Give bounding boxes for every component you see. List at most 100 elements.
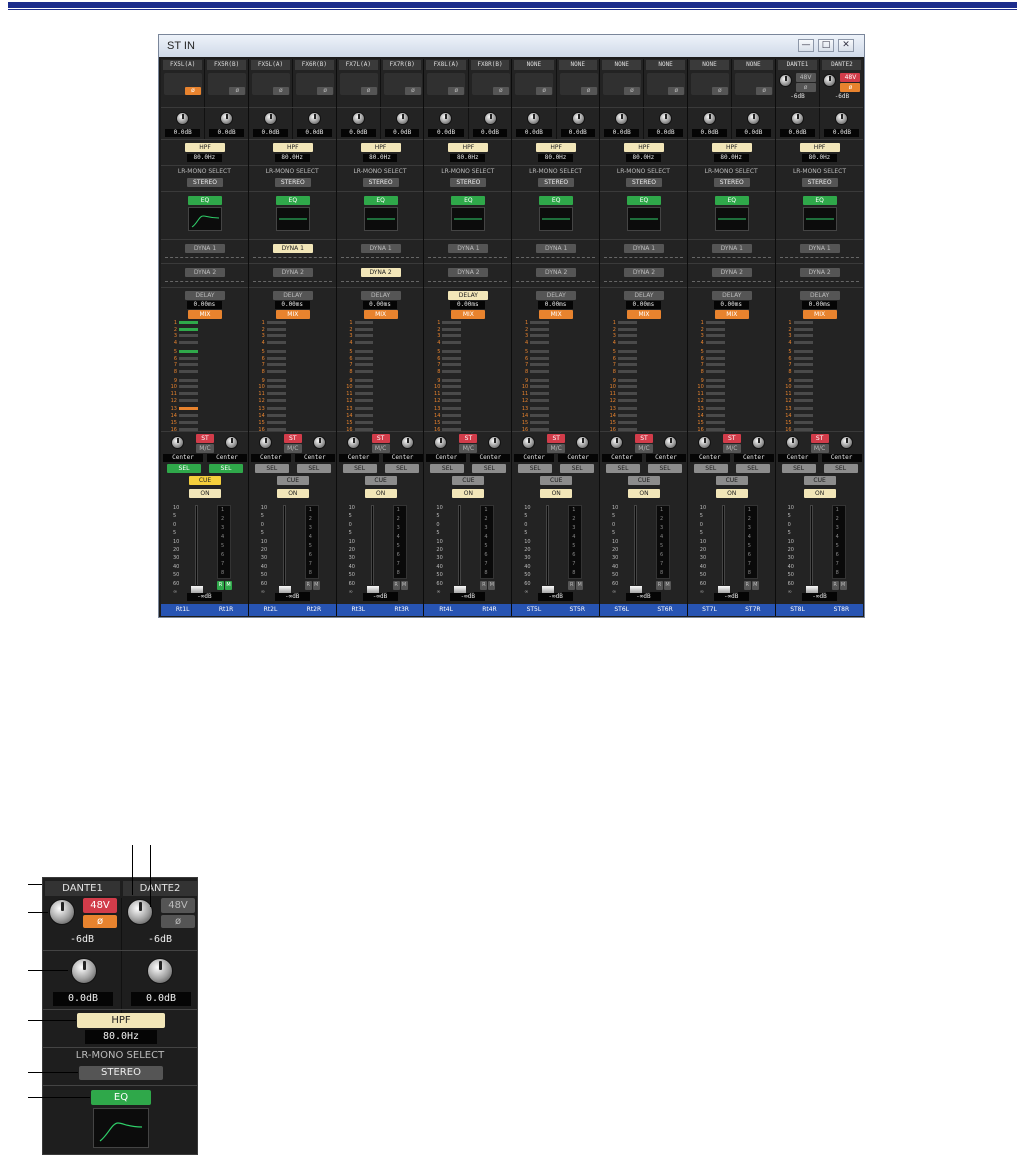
mix-send-bar[interactable]	[442, 420, 462, 424]
pan-knob[interactable]	[785, 436, 799, 449]
mix-button[interactable]: MIX	[275, 310, 310, 319]
eq-graph[interactable]	[802, 207, 837, 231]
meter-m-button[interactable]: M	[839, 581, 847, 590]
sel-button[interactable]: SEL	[823, 464, 858, 473]
dyna1-button[interactable]: DYNA 1	[272, 244, 313, 253]
eq-graph[interactable]	[714, 207, 749, 231]
pan-knob[interactable]	[609, 436, 623, 449]
mix-send-bar[interactable]	[266, 398, 286, 402]
fader-track[interactable]	[195, 505, 198, 593]
delay-value[interactable]: 0.00ms	[450, 301, 486, 309]
hpf-frequency[interactable]: 80.0Hz	[362, 154, 398, 162]
lrmono-button[interactable]: STEREO	[713, 178, 750, 187]
on-button[interactable]: ON	[715, 489, 748, 498]
channel-name[interactable]: NONE	[558, 60, 597, 70]
meter-r-button[interactable]: R	[831, 581, 839, 590]
hpf-frequency[interactable]: 80.0Hz	[450, 154, 486, 162]
mix-send-bar[interactable]	[442, 392, 462, 395]
mono-button[interactable]: M/C	[634, 444, 653, 453]
zoom-eq-graph[interactable]	[93, 1108, 149, 1148]
mix-send-bar[interactable]	[266, 369, 286, 373]
sel-button[interactable]: SEL	[472, 464, 507, 473]
sel-button[interactable]: SEL	[781, 464, 816, 473]
mix-send-bar[interactable]	[705, 420, 725, 424]
mix-send-bar[interactable]	[705, 341, 725, 345]
digital-gain-knob[interactable]	[176, 112, 189, 125]
mono-button[interactable]: M/C	[371, 444, 390, 453]
mix-send-bar[interactable]	[354, 385, 374, 389]
pan-knob[interactable]	[171, 436, 184, 449]
mix-send-bar[interactable]	[793, 378, 814, 382]
dyna1-button[interactable]: DYNA 1	[623, 244, 664, 253]
cue-button[interactable]: CUE	[364, 476, 397, 485]
mix-button[interactable]: MIX	[188, 310, 222, 319]
mix-send-bar[interactable]	[530, 369, 549, 373]
pan-knob[interactable]	[346, 436, 360, 449]
dyna1-button[interactable]: DYNA 1	[799, 244, 840, 253]
mix-send-bar[interactable]	[179, 363, 198, 367]
mono-button[interactable]: M/C	[459, 444, 478, 453]
mix-send-bar[interactable]	[442, 369, 462, 373]
pan-knob[interactable]	[663, 436, 677, 449]
digital-gain-knob[interactable]	[790, 112, 804, 125]
meter-r-button[interactable]: R	[480, 581, 488, 590]
channel-name[interactable]: DANTE1	[777, 60, 818, 70]
mix-send-bar[interactable]	[266, 321, 286, 324]
eq-button[interactable]: EQ	[626, 196, 661, 205]
meter-m-button[interactable]: M	[663, 581, 671, 590]
phantom-48v-button[interactable]: 48V	[840, 73, 861, 82]
ha-gain-knob[interactable]	[778, 74, 792, 87]
zoom-digital-gain-knob-l[interactable]	[71, 958, 97, 984]
cue-button[interactable]: CUE	[627, 476, 660, 485]
meter-r-button[interactable]: R	[743, 581, 751, 590]
mix-send-bar[interactable]	[793, 363, 814, 367]
mix-send-bar[interactable]	[705, 414, 725, 418]
zoom-phase-button-l[interactable]: ø	[83, 915, 117, 928]
mix-send-bar[interactable]	[705, 349, 725, 353]
delay-button[interactable]: DELAY	[185, 291, 225, 300]
meter-m-button[interactable]: M	[576, 581, 584, 590]
mix-button[interactable]: MIX	[626, 310, 661, 319]
mix-send-bar[interactable]	[705, 356, 725, 360]
dyna2-button[interactable]: DYNA 2	[799, 268, 840, 277]
mix-send-bar[interactable]	[705, 369, 725, 373]
mix-send-bar[interactable]	[793, 369, 814, 373]
mix-send-bar[interactable]	[530, 378, 549, 382]
eq-button[interactable]: EQ	[275, 196, 310, 205]
mono-button[interactable]: M/C	[722, 444, 741, 453]
mix-send-bar[interactable]	[266, 378, 286, 382]
lrmono-button[interactable]: STEREO	[362, 178, 399, 187]
mix-send-bar[interactable]	[354, 321, 374, 324]
sel-button[interactable]: SEL	[342, 464, 377, 473]
phase-button[interactable]: ø	[448, 87, 465, 95]
st-button[interactable]: ST	[459, 434, 478, 443]
lrmono-button[interactable]: STEREO	[801, 178, 838, 187]
mix-send-bar[interactable]	[793, 327, 814, 331]
mix-send-bar[interactable]	[705, 321, 725, 324]
mix-send-bar[interactable]	[530, 407, 549, 411]
channel-name[interactable]: NONE	[514, 60, 554, 70]
mix-send-bar[interactable]	[530, 341, 549, 345]
delay-value[interactable]: 0.00ms	[713, 301, 749, 309]
mix-send-bar[interactable]	[179, 327, 198, 331]
cue-button[interactable]: CUE	[540, 476, 573, 485]
mix-send-bar[interactable]	[705, 363, 725, 367]
mix-send-bar[interactable]	[354, 392, 374, 395]
mix-send-bar[interactable]	[705, 327, 725, 331]
cue-button[interactable]: CUE	[803, 476, 836, 485]
mix-send-bar[interactable]	[793, 321, 814, 324]
channel-name[interactable]: NONE	[646, 60, 685, 70]
mix-send-bar[interactable]	[793, 334, 814, 338]
channel-name[interactable]: FX5L(A)	[250, 60, 291, 70]
meter-r-button[interactable]: R	[655, 581, 663, 590]
digital-gain-knob[interactable]	[220, 112, 234, 125]
mix-send-bar[interactable]	[530, 414, 549, 418]
hpf-frequency[interactable]: 80.0Hz	[801, 154, 838, 162]
zoom-digital-gain-knob-r[interactable]	[147, 958, 173, 984]
cue-button[interactable]: CUE	[276, 476, 309, 485]
close-button[interactable]: ✕	[838, 39, 854, 52]
mix-send-bar[interactable]	[442, 378, 462, 382]
mix-send-bar[interactable]	[793, 398, 814, 402]
mix-send-bar[interactable]	[530, 420, 549, 424]
phase-button[interactable]: ø	[229, 87, 246, 95]
